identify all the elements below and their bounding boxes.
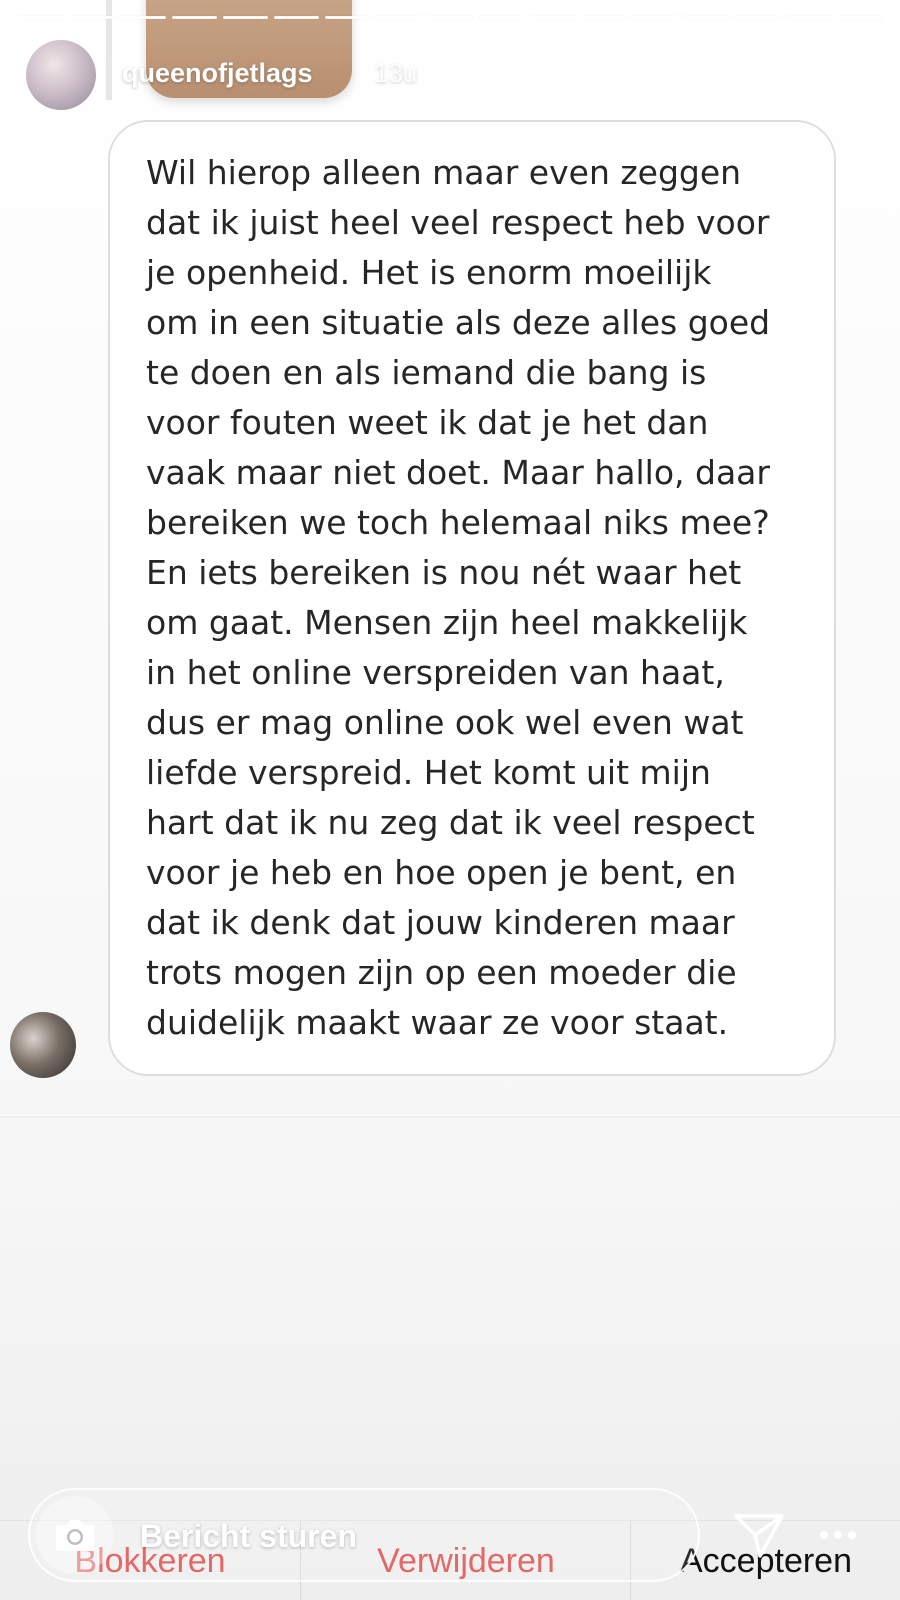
message-line: bereiken we toch helemaal niks mee? <box>146 503 770 542</box>
story-progress-segment <box>580 16 627 19</box>
divider <box>0 1116 900 1118</box>
message-line: hart dat ik nu zeg dat ik veel respect <box>146 803 755 842</box>
reply-placeholder[interactable]: Bericht sturen <box>140 1518 357 1555</box>
story-progress-segment <box>478 16 524 19</box>
message-line: dat ik denk dat jouw kinderen maar <box>146 903 735 942</box>
story-progress-segment <box>427 16 473 19</box>
message-line: in het online verspreiden van haat, <box>146 653 725 692</box>
message-line: dus er mag online ook wel even wat <box>146 703 744 742</box>
story-progress-bar <box>18 16 882 20</box>
story-progress-segment <box>325 16 371 19</box>
story-progress-segment <box>18 16 64 19</box>
message-line: te doen en als iemand die bang is <box>146 353 707 392</box>
story-timestamp: 13u <box>374 58 418 88</box>
story-progress-segment <box>529 16 575 19</box>
message-line: om gaat. Mensen zijn heel makkelijk <box>146 603 748 642</box>
message-line: je openheid. Het is enorm moeilijk <box>146 253 712 292</box>
story-progress-segment <box>734 16 780 19</box>
story-progress-segment <box>632 16 678 19</box>
message-line: En iets bereiken is nou nét waar het <box>146 553 742 592</box>
story-username[interactable]: queenofjetlags <box>122 58 313 89</box>
story-progress-segment <box>376 16 422 19</box>
story-progress-segment <box>120 16 166 19</box>
message-line: dat ik juist heel veel respect heb voor <box>146 203 770 242</box>
send-icon[interactable] <box>732 1508 786 1562</box>
sender-avatar[interactable] <box>10 1012 76 1078</box>
message-line: Wil hierop alleen maar even zeggen <box>146 153 742 192</box>
story-progress-segment <box>683 16 729 19</box>
message-line: vaak maar niet doet. Maar hallo, daar <box>146 453 770 492</box>
message-line: voor je heb en hoe open je bent, en <box>146 853 737 892</box>
more-icon[interactable] <box>818 1520 858 1550</box>
story-progress-segment <box>785 16 831 19</box>
message-line: trots mogen zijn op een moeder die <box>146 953 737 992</box>
story-progress-segment <box>836 16 882 19</box>
close-icon[interactable] <box>836 52 876 92</box>
story-avatar[interactable] <box>26 40 96 110</box>
message-bubble: Wil hierop alleen maar even zeggen dat ik… <box>108 120 836 1076</box>
message-text: Wil hierop alleen maar even zeggen dat ik… <box>146 148 798 1048</box>
reply-field[interactable] <box>28 1488 700 1582</box>
story-viewer: queenofjetlags 13u Wil hierop alleen maa… <box>0 0 900 1600</box>
story-progress-segment <box>171 16 217 19</box>
message-line: voor fouten weet ik dat je het dan <box>146 403 709 442</box>
story-progress-segment <box>273 16 320 19</box>
message-line: duidelijk maakt waar ze voor staat. <box>146 1003 729 1042</box>
story-progress-segment <box>69 16 115 19</box>
camera-icon[interactable] <box>36 1496 114 1574</box>
background-edge <box>106 0 112 100</box>
message-line: om in een situatie als deze alles goed <box>146 303 771 342</box>
story-progress-segment <box>222 16 268 19</box>
message-line: liefde verspreid. Het komt uit mijn <box>146 753 711 792</box>
